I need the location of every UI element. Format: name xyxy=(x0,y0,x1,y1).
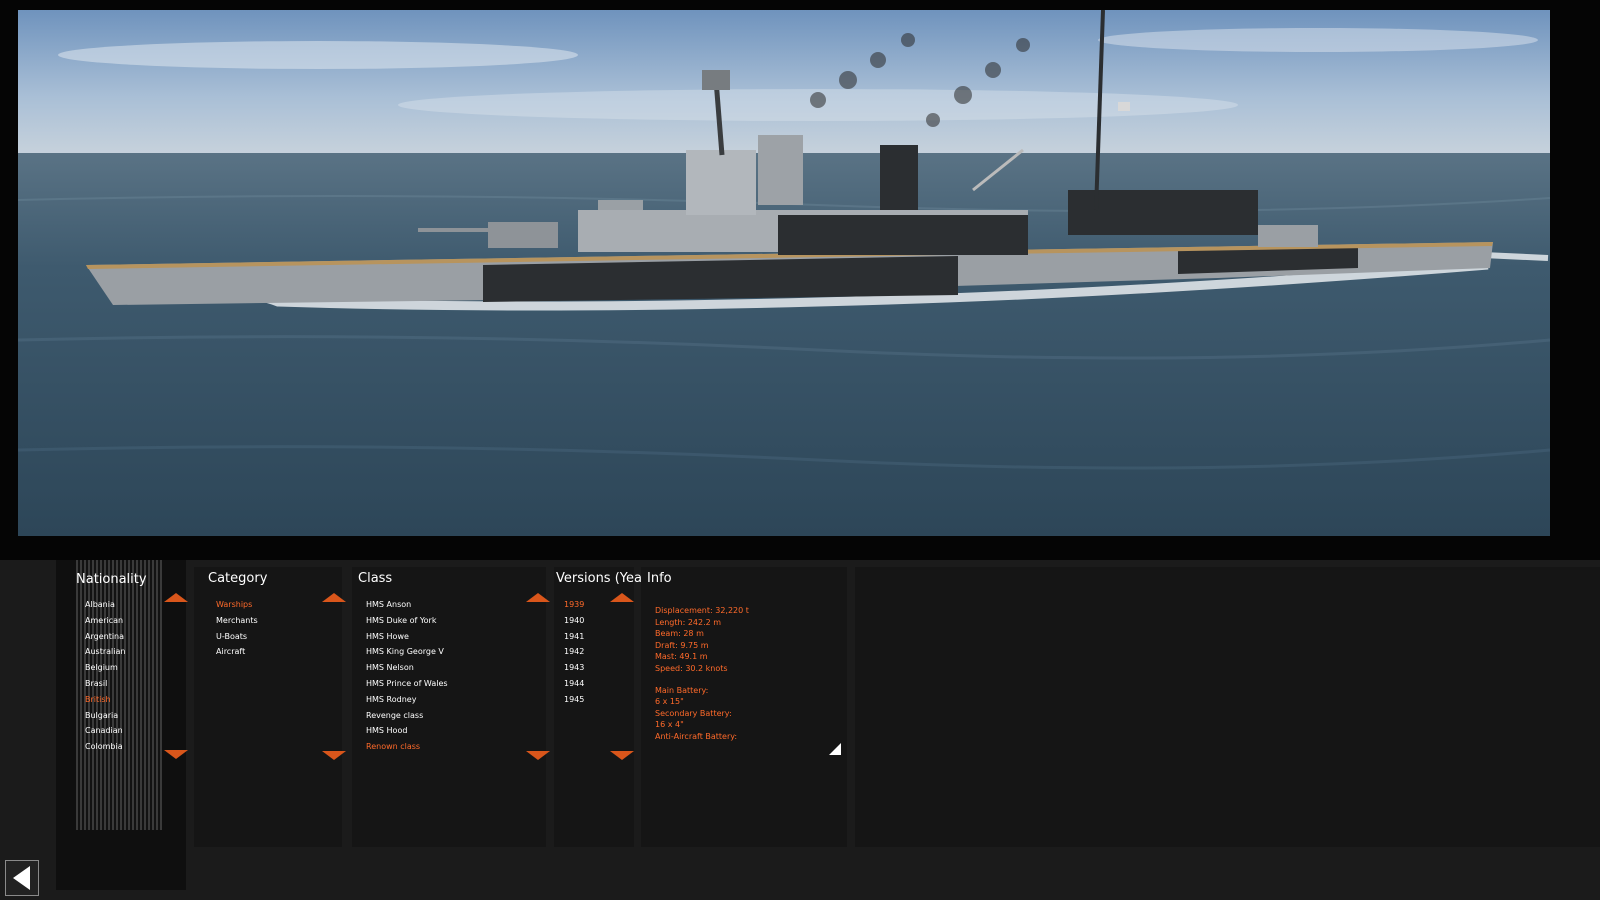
back-arrow-icon xyxy=(13,866,30,890)
versions-panel: Versions (Year) 1939 1940 1941 1942 1943 1944… xyxy=(554,567,652,847)
versions-scroll-up-icon[interactable] xyxy=(610,593,634,602)
info-panel: Info Displacement: 32,220 t Length: 242.2… xyxy=(641,567,847,847)
nationality-panel: Nationality Albania American Argentina Aust… xyxy=(56,560,188,890)
nationality-item[interactable]: Albania xyxy=(85,597,125,613)
nationality-header: Nationality xyxy=(76,572,147,587)
nationality-item[interactable]: Canadian xyxy=(85,723,125,739)
class-item[interactable]: HMS King George V xyxy=(366,644,448,660)
class-item[interactable]: HMS Howe xyxy=(366,629,448,645)
info-line: 6 x 15" xyxy=(655,697,684,707)
category-header: Category xyxy=(208,571,268,586)
class-item[interactable]: Renown class xyxy=(366,739,448,755)
info-line: Anti-Aircraft Battery: xyxy=(655,731,738,741)
nationality-item[interactable]: Argentina xyxy=(85,629,125,645)
nationality-item[interactable]: Australian xyxy=(85,644,125,660)
nationality-item[interactable]: Belgium xyxy=(85,660,125,676)
back-button[interactable] xyxy=(5,860,39,896)
category-item[interactable]: Merchants xyxy=(216,613,258,629)
class-item[interactable]: HMS Rodney xyxy=(366,692,448,708)
info-line: Speed: 30.2 knots xyxy=(655,663,728,673)
info-line: Draft: 9.75 m xyxy=(655,640,709,650)
nationality-item[interactable]: British xyxy=(85,692,125,708)
class-header: Class xyxy=(358,571,393,586)
category-scroll-up-icon[interactable] xyxy=(322,593,346,602)
nationality-item[interactable]: Colombia xyxy=(85,739,125,755)
version-item[interactable]: 1945 xyxy=(564,692,584,708)
class-item[interactable]: HMS Nelson xyxy=(366,660,448,676)
class-scroll-down-icon[interactable] xyxy=(526,751,550,760)
nationality-scroll-down-icon[interactable] xyxy=(164,750,188,759)
class-item[interactable]: HMS Hood xyxy=(366,723,448,739)
version-item[interactable]: 1939 xyxy=(564,597,584,613)
class-panel: Class HMS Anson HMS Duke of York HMS Howe H… xyxy=(352,567,550,847)
info-line: Length: 242.2 m xyxy=(655,617,722,627)
info-line: Displacement: 32,220 t xyxy=(655,606,749,615)
nationality-item[interactable]: American xyxy=(85,613,125,629)
nationality-scroll-up-icon[interactable] xyxy=(164,593,188,602)
version-item[interactable]: 1944 xyxy=(564,676,584,692)
version-item[interactable]: 1941 xyxy=(564,629,584,645)
class-item[interactable]: HMS Duke of York xyxy=(366,613,448,629)
category-item[interactable]: Warships xyxy=(216,597,258,613)
corner-expand-icon[interactable] xyxy=(829,743,841,755)
category-panel: Category Warships Merchants U-Boats Aircraf… xyxy=(194,567,346,847)
class-list: HMS Anson HMS Duke of York HMS Howe HMS Kin… xyxy=(366,597,448,755)
category-item[interactable]: Aircraft xyxy=(216,644,258,660)
version-item[interactable]: 1942 xyxy=(564,644,584,660)
info-line: Main Battery: xyxy=(655,685,709,695)
class-item[interactable]: HMS Prince of Wales xyxy=(366,676,448,692)
nationality-list: Albania American Argentina Australian Belgiu… xyxy=(85,597,125,755)
class-scroll-up-icon[interactable] xyxy=(526,593,550,602)
class-item[interactable]: Revenge class xyxy=(366,708,448,724)
info-line: 16 x 4" xyxy=(655,720,684,730)
category-list: Warships Merchants U-Boats Aircraft xyxy=(216,597,258,660)
ship-render xyxy=(18,10,1550,536)
versions-scroll-down-icon[interactable] xyxy=(610,751,634,760)
versions-header: Versions (Year) xyxy=(556,571,653,586)
info-text: Displacement: 32,220 t Length: 242.2 m Bea… xyxy=(655,605,749,743)
version-item[interactable]: 1940 xyxy=(564,613,584,629)
version-item[interactable]: 1943 xyxy=(564,660,584,676)
ship-3d-viewport[interactable] xyxy=(0,0,1600,560)
info-line: Secondary Battery: xyxy=(655,708,732,718)
category-item[interactable]: U-Boats xyxy=(216,629,258,645)
info-header: Info xyxy=(647,571,672,586)
nationality-item[interactable]: Bulgaria xyxy=(85,708,125,724)
category-scroll-down-icon[interactable] xyxy=(322,751,346,760)
class-item[interactable]: HMS Anson xyxy=(366,597,448,613)
nationality-item[interactable]: Brasil xyxy=(85,676,125,692)
info-line: Mast: 49.1 m xyxy=(655,652,708,662)
empty-panel xyxy=(855,567,1600,847)
info-line: Beam: 28 m xyxy=(655,629,704,639)
versions-list: 1939 1940 1941 1942 1943 1944 1945 xyxy=(564,597,584,708)
